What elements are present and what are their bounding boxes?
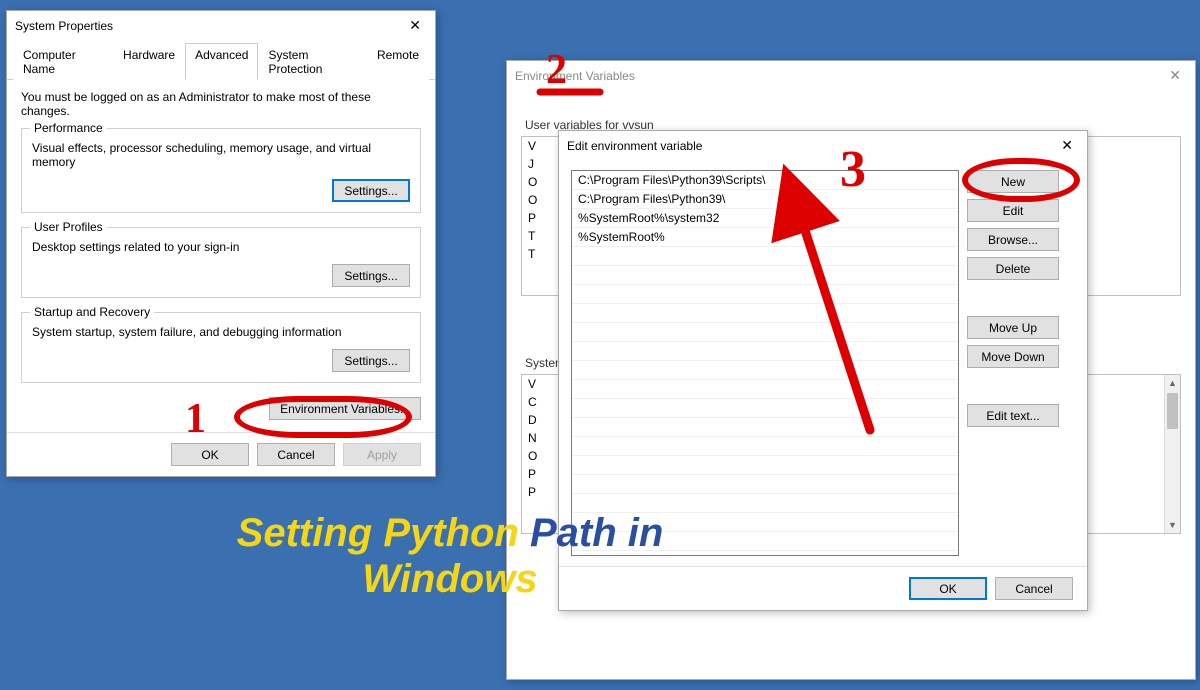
tab-hardware[interactable]: Hardware xyxy=(113,43,185,80)
sysprops-tabs: Computer Name Hardware Advanced System P… xyxy=(7,42,435,80)
new-button[interactable]: New xyxy=(967,170,1059,193)
ok-button[interactable]: OK xyxy=(171,443,249,466)
path-item-empty[interactable] xyxy=(572,304,958,323)
path-item-empty[interactable] xyxy=(572,475,958,494)
cancel-button[interactable]: Cancel xyxy=(995,577,1073,600)
close-icon[interactable]: ✕ xyxy=(403,17,427,34)
tab-system-protection[interactable]: System Protection xyxy=(258,43,367,80)
path-item-empty[interactable] xyxy=(572,437,958,456)
sysprops-titlebar: System Properties ✕ xyxy=(7,11,435,40)
list-item: P xyxy=(528,211,536,225)
path-item-empty[interactable] xyxy=(572,285,958,304)
tab-advanced[interactable]: Advanced xyxy=(185,43,258,80)
list-item: C xyxy=(528,395,537,409)
performance-legend: Performance xyxy=(30,121,107,135)
editdlg-button-column: New Edit Browse... Delete Move Up Move D… xyxy=(967,170,1059,556)
path-item-empty[interactable] xyxy=(572,361,958,380)
caption-overlay: Setting Python Path in Windows xyxy=(60,510,840,602)
list-item: O xyxy=(528,193,537,207)
ok-button[interactable]: OK xyxy=(909,577,987,600)
system-properties-window: System Properties ✕ Computer Name Hardwa… xyxy=(6,10,436,477)
environment-variables-button[interactable]: Environment Variables... xyxy=(269,397,421,420)
list-item: O xyxy=(528,449,537,463)
user-profiles-settings-button[interactable]: Settings... xyxy=(332,264,410,287)
caption-text-blue: Path in xyxy=(530,511,663,555)
user-profiles-legend: User Profiles xyxy=(30,220,107,234)
tab-remote[interactable]: Remote xyxy=(367,43,429,80)
list-item: V xyxy=(528,377,536,391)
scroll-thumb[interactable] xyxy=(1167,393,1178,429)
list-item: J xyxy=(528,157,534,171)
performance-desc: Visual effects, processor scheduling, me… xyxy=(32,141,410,169)
envvars-titlebar: Environment Variables ✕ xyxy=(507,61,1195,90)
sysprops-dialog-buttons: OK Cancel Apply xyxy=(7,432,435,476)
list-item: O xyxy=(528,175,537,189)
startup-recovery-group: Startup and Recovery System startup, sys… xyxy=(21,312,421,383)
path-item-empty[interactable] xyxy=(572,247,958,266)
path-item[interactable]: C:\Program Files\Python39\Scripts\ xyxy=(572,171,958,190)
caption-text: Setting Python xyxy=(237,511,530,555)
list-item: N xyxy=(528,431,537,445)
cancel-button[interactable]: Cancel xyxy=(257,443,335,466)
path-item-empty[interactable] xyxy=(572,380,958,399)
apply-button[interactable]: Apply xyxy=(343,443,421,466)
path-item[interactable]: C:\Program Files\Python39\ xyxy=(572,190,958,209)
startup-recovery-desc: System startup, system failure, and debu… xyxy=(32,325,410,339)
delete-button[interactable]: Delete xyxy=(967,257,1059,280)
list-item: D xyxy=(528,413,537,427)
list-item: P xyxy=(528,485,536,499)
envvars-title: Environment Variables xyxy=(515,69,635,83)
edit-button[interactable]: Edit xyxy=(967,199,1059,222)
performance-group: Performance Visual effects, processor sc… xyxy=(21,128,421,213)
tab-computer-name[interactable]: Computer Name xyxy=(13,43,113,80)
path-item-empty[interactable] xyxy=(572,323,958,342)
move-up-button[interactable]: Move Up xyxy=(967,316,1059,339)
move-down-button[interactable]: Move Down xyxy=(967,345,1059,368)
scrollbar[interactable]: ▲ ▼ xyxy=(1164,375,1180,533)
caption-text: Windows xyxy=(362,557,537,601)
startup-recovery-settings-button[interactable]: Settings... xyxy=(332,349,410,372)
path-item-empty[interactable] xyxy=(572,399,958,418)
path-item-empty[interactable] xyxy=(572,266,958,285)
path-item[interactable]: %SystemRoot%\system32 xyxy=(572,209,958,228)
list-item: P xyxy=(528,467,536,481)
user-profiles-desc: Desktop settings related to your sign-in xyxy=(32,240,410,254)
user-profiles-group: User Profiles Desktop settings related t… xyxy=(21,227,421,298)
edit-text-button[interactable]: Edit text... xyxy=(967,404,1059,427)
close-icon[interactable]: ✕ xyxy=(1055,137,1079,154)
close-icon[interactable]: ✕ xyxy=(1163,67,1187,84)
admin-note: You must be logged on as an Administrato… xyxy=(21,90,421,118)
browse-button[interactable]: Browse... xyxy=(967,228,1059,251)
chevron-up-icon[interactable]: ▲ xyxy=(1165,375,1180,391)
path-item-empty[interactable] xyxy=(572,342,958,361)
editdlg-titlebar: Edit environment variable ✕ xyxy=(559,131,1087,160)
list-item: V xyxy=(528,139,536,153)
list-item: T xyxy=(528,247,535,261)
performance-settings-button[interactable]: Settings... xyxy=(332,179,410,202)
editdlg-title: Edit environment variable xyxy=(567,139,702,153)
chevron-down-icon[interactable]: ▼ xyxy=(1165,517,1180,533)
list-item: T xyxy=(528,229,535,243)
path-entries-list[interactable]: C:\Program Files\Python39\Scripts\ C:\Pr… xyxy=(571,170,959,556)
startup-recovery-legend: Startup and Recovery xyxy=(30,305,154,319)
path-item[interactable]: %SystemRoot% xyxy=(572,228,958,247)
path-item-empty[interactable] xyxy=(572,418,958,437)
sysprops-title: System Properties xyxy=(15,19,113,33)
path-item-empty[interactable] xyxy=(572,456,958,475)
